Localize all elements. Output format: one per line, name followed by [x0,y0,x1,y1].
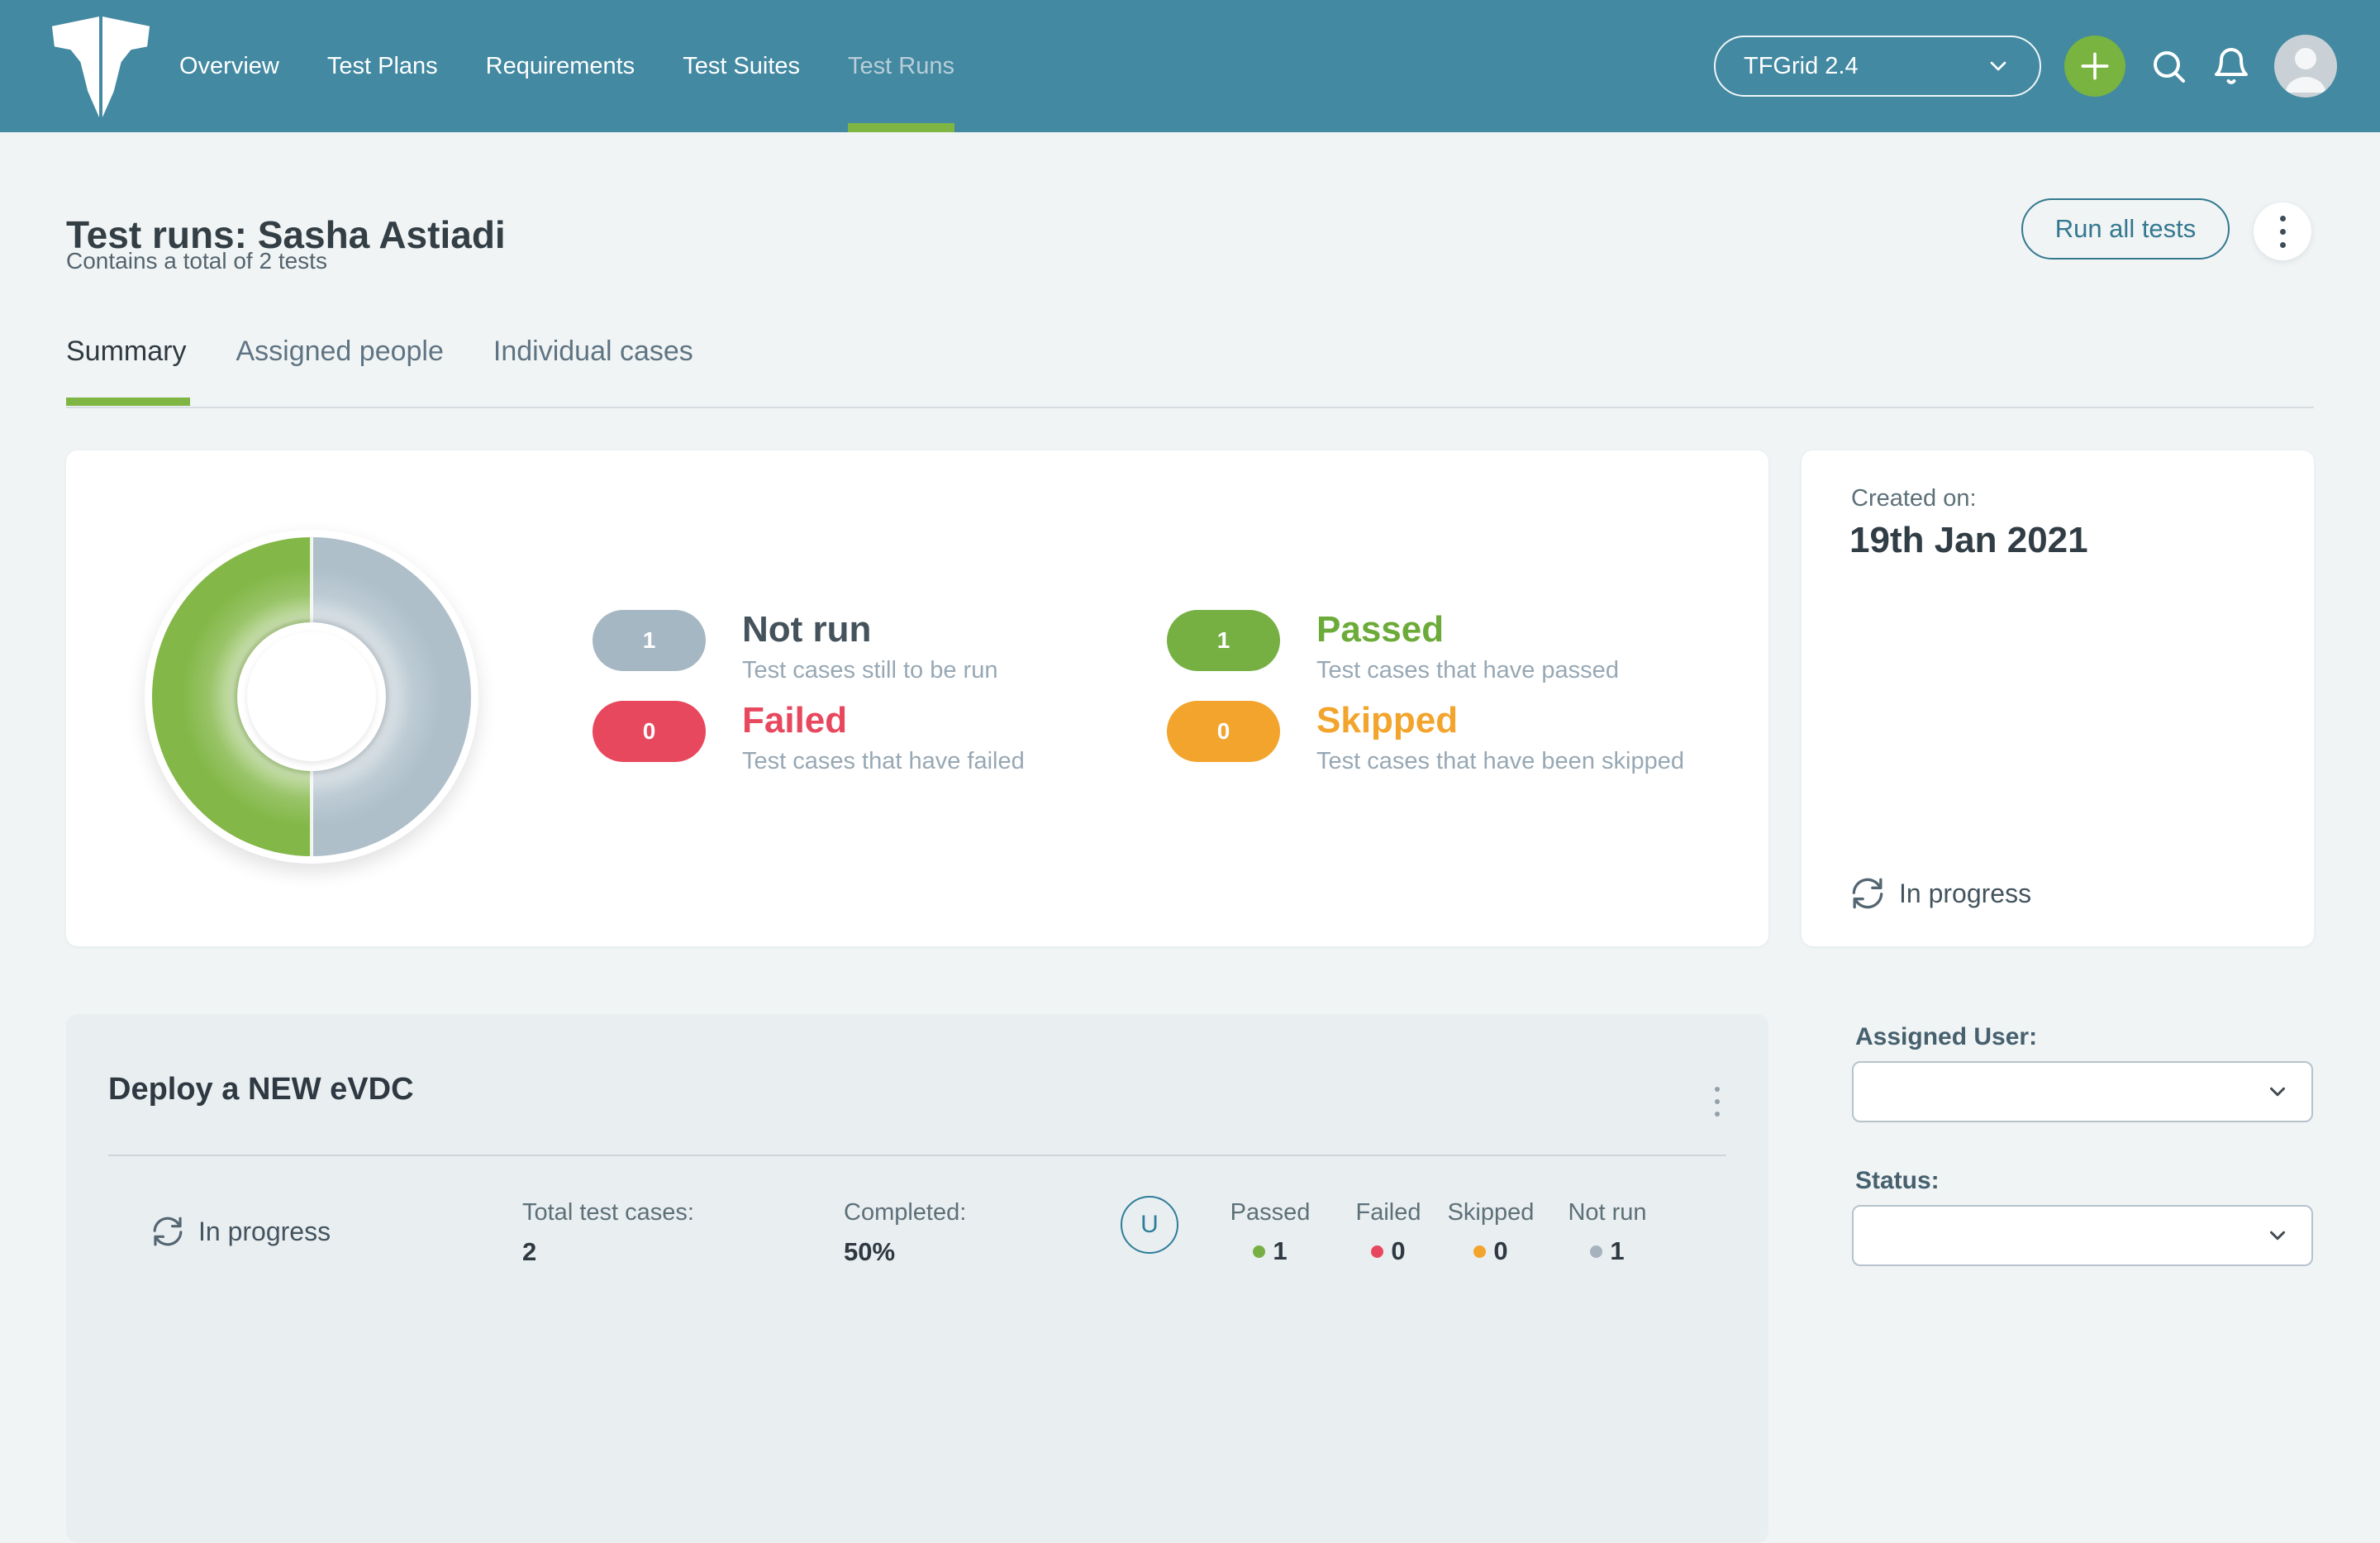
assignee-avatar[interactable]: U [1121,1196,1178,1254]
chevron-down-icon [1985,53,2011,79]
completed-label: Completed: [844,1199,966,1226]
results-donut-chart [145,530,478,864]
notifications-button[interactable] [2211,46,2251,86]
nav-right-cluster: TFGrid 2.4 [1714,0,2337,132]
test-run-status-text: In progress [198,1217,331,1247]
completed-value: 50% [844,1237,966,1267]
not-run-count: 1 [1610,1236,1624,1266]
skipped-count-badge: 0 [1167,701,1280,762]
tab-divider [66,407,2314,408]
passed-count-column: Passed 1 [1212,1199,1328,1266]
add-button[interactable] [2064,36,2125,97]
status-filter-label: Status: [1855,1167,1940,1195]
failed-dot-icon [1371,1245,1383,1258]
skipped-count-column: Skipped 0 [1433,1199,1549,1266]
failed-count: 0 [1391,1236,1405,1266]
sync-icon [1851,877,1884,910]
failed-label: Failed [742,701,1025,741]
created-on-date: 19th Jan 2021 [1849,520,2088,561]
page-kebab-menu-button[interactable] [2254,202,2311,260]
search-icon [2149,46,2188,86]
assigned-user-select[interactable] [1852,1061,2313,1122]
skipped-dot-icon [1473,1245,1486,1258]
passed-dot-icon [1253,1245,1265,1258]
test-run-title: Deploy a NEW eVDC [108,1072,414,1107]
completed-metric: Completed: 50% [844,1199,966,1267]
failed-count-badge: 0 [593,701,706,762]
app-logo[interactable] [48,12,154,121]
donut-hole [237,622,386,771]
nav-item-test-runs[interactable]: Test Runs [848,0,954,132]
stat-not-run: 1 Not run Test cases still to be run [593,610,997,684]
created-on-label: Created on: [1851,485,1977,512]
nav-item-label: Test Runs [848,53,954,80]
failed-count-column: Failed 0 [1330,1199,1446,1266]
run-all-tests-button[interactable]: Run all tests [2021,198,2230,260]
stat-failed: 0 Failed Test cases that have failed [593,701,1025,775]
chevron-down-icon [2265,1223,2290,1248]
not-run-label: Not run [742,610,997,650]
stat-passed: 1 Passed Test cases that have passed [1167,610,1619,684]
active-tab-underline [66,398,190,406]
total-test-cases-value: 2 [522,1237,694,1267]
top-nav: Overview Test Plans Requirements Test Su… [0,0,2380,132]
summary-card: 1 Not run Test cases still to be run 0 F… [66,450,1768,946]
passed-description: Test cases that have passed [1316,657,1619,684]
page-subtitle: Contains a total of 2 tests [66,248,327,274]
nav-item-requirements[interactable]: Requirements [486,0,635,132]
assigned-user-label: Assigned User: [1855,1023,2037,1051]
passed-label: Passed [1316,610,1619,650]
skipped-count: 0 [1493,1236,1507,1266]
project-selector[interactable]: TFGrid 2.4 [1714,36,2041,97]
tab-assigned-people[interactable]: Assigned people [236,336,443,368]
nav-item-label: Test Plans [327,53,438,80]
logo-icon [48,12,154,121]
total-test-cases-label: Total test cases: [522,1199,694,1226]
nav-item-test-plans[interactable]: Test Plans [327,0,438,132]
tab-individual-cases[interactable]: Individual cases [493,336,693,368]
passed-count: 1 [1273,1236,1287,1266]
skipped-column-label: Skipped [1433,1199,1549,1226]
stat-skipped: 0 Skipped Test cases that have been skip… [1167,701,1684,775]
passed-column-label: Passed [1212,1199,1328,1226]
chevron-down-icon [2265,1079,2290,1104]
tab-summary[interactable]: Summary [66,336,186,368]
skipped-label: Skipped [1316,701,1684,741]
nav-item-label: Requirements [486,53,635,80]
status-select[interactable] [1852,1205,2313,1266]
sync-icon [152,1216,183,1247]
bell-icon [2211,46,2251,86]
nav-item-label: Test Suites [683,53,800,80]
not-run-count-column: Not run 1 [1549,1199,1665,1266]
run-status-text: In progress [1899,879,2031,909]
project-selector-value: TFGrid 2.4 [1744,53,1859,80]
not-run-dot-icon [1590,1245,1602,1258]
skipped-description: Test cases that have been skipped [1316,748,1684,775]
not-run-count-badge: 1 [593,610,706,671]
search-button[interactable] [2149,46,2188,86]
tab-bar: Summary Assigned people Individual cases [66,336,693,368]
total-test-cases-metric: Total test cases: 2 [522,1199,694,1267]
plus-icon [2077,48,2113,84]
failed-column-label: Failed [1330,1199,1446,1226]
main-nav: Overview Test Plans Requirements Test Su… [179,0,954,132]
card-divider [108,1155,1726,1156]
active-nav-underline [848,123,954,132]
run-status: In progress [1851,877,2031,910]
test-run-kebab-menu-button[interactable] [1701,1079,1734,1125]
test-run-card[interactable]: Deploy a NEW eVDC In progress Total test… [66,1014,1768,1543]
not-run-column-label: Not run [1549,1199,1665,1226]
nav-item-overview[interactable]: Overview [179,0,279,132]
user-avatar[interactable] [2274,35,2337,98]
failed-description: Test cases that have failed [742,748,1025,775]
not-run-description: Test cases still to be run [742,657,997,684]
created-on-card: Created on: 19th Jan 2021 In progress [1802,450,2314,946]
test-run-status: In progress [152,1216,331,1247]
nav-item-label: Overview [179,53,279,80]
passed-count-badge: 1 [1167,610,1280,671]
nav-item-test-suites[interactable]: Test Suites [683,0,800,132]
person-icon [2274,35,2337,98]
